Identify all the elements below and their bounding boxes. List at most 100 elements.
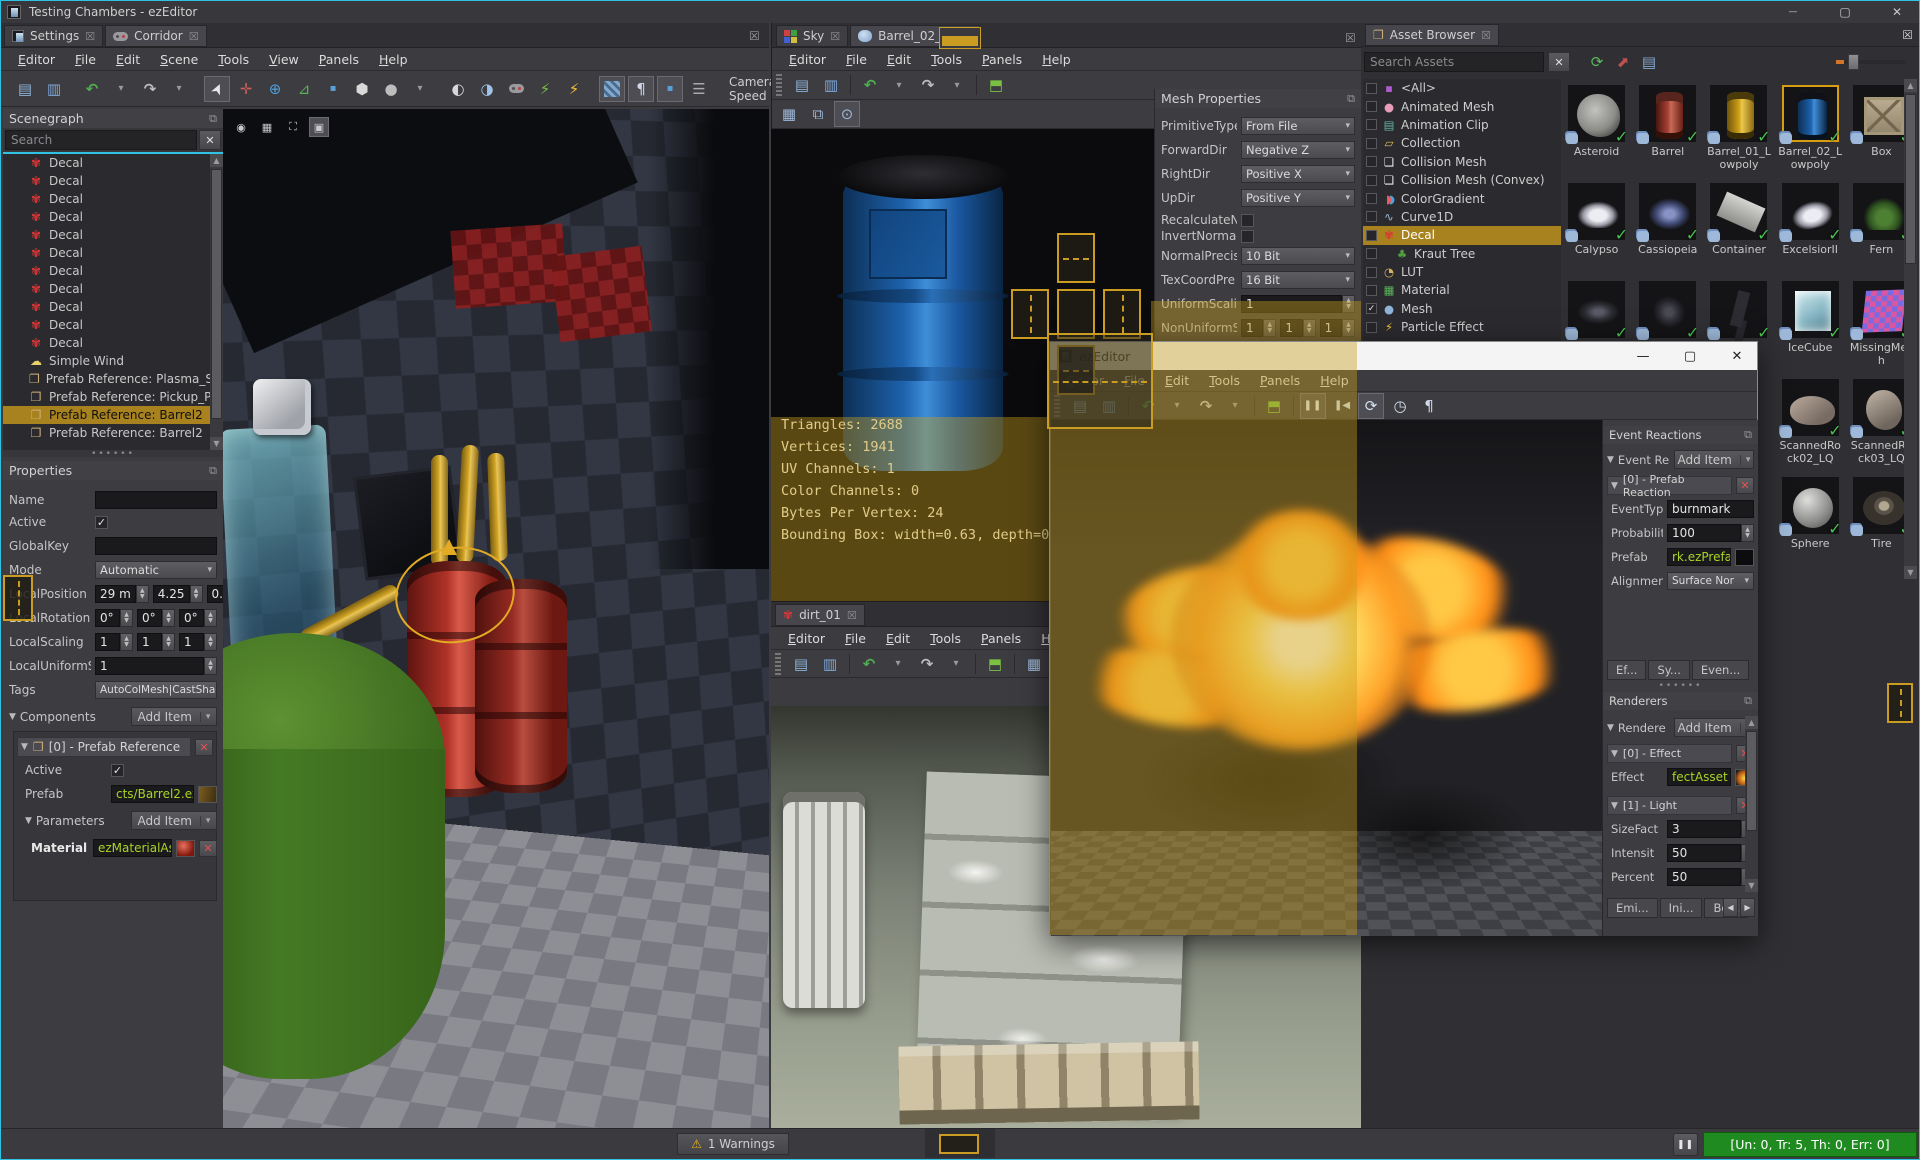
close-button[interactable] — [1875, 1, 1919, 23]
scene-viewport[interactable]: ◉ ▦ ⛶ ▣ — [223, 109, 769, 1128]
close-tab-icon[interactable] — [847, 609, 857, 622]
asset-thumbnail-cell[interactable]: ✓ Calypso — [1563, 179, 1630, 277]
menu-item[interactable]: Panels — [310, 50, 368, 69]
renderer-group-header[interactable]: [0] - Effect — [1607, 744, 1732, 763]
menu-item[interactable]: Scene — [151, 50, 207, 69]
save-all-icon[interactable] — [818, 72, 844, 98]
title-bar[interactable]: Testing Chambers - ezEditor — [1, 1, 1919, 23]
asset-type-item[interactable]: Particle Effect — [1363, 318, 1561, 336]
type-filter-checkbox[interactable] — [1366, 321, 1377, 333]
panel-tab[interactable]: Emi... — [1607, 898, 1658, 918]
primitive-type-dropdown[interactable]: From File — [1241, 117, 1355, 135]
asset-thumbnail-cell[interactable]: ✓ ExcelsiorII — [1777, 179, 1844, 277]
shape-icons-icon[interactable] — [657, 75, 683, 102]
renderers-scrollbar[interactable] — [1745, 716, 1758, 892]
up-dir-dropdown[interactable]: Positive Y — [1241, 189, 1355, 207]
forward-dir-dropdown[interactable]: Negative Z — [1241, 141, 1355, 159]
type-filter-checkbox[interactable] — [1366, 248, 1377, 260]
scaling-z-field[interactable]: 1 — [179, 633, 217, 651]
event-reactions-header[interactable]: Event Reactions — [1603, 426, 1758, 444]
scenegraph-item[interactable]: Decal — [3, 190, 223, 208]
normal-precision-dropdown[interactable]: 10 Bit — [1241, 247, 1355, 265]
asset-thumbnail-cell[interactable]: ✓ Sphere — [1777, 473, 1844, 571]
background-pause-button[interactable] — [1673, 1133, 1698, 1156]
scenegraph-item[interactable]: Decal — [3, 226, 223, 244]
panel-tab[interactable]: Even... — [1691, 660, 1750, 680]
visualizers-icon[interactable] — [1416, 393, 1442, 419]
redo-icon[interactable] — [914, 651, 940, 677]
asset-type-item[interactable]: ColorGradient — [1363, 189, 1561, 207]
dock-far-right-indicator[interactable] — [1887, 683, 1913, 723]
type-filter-checkbox[interactable] — [1366, 229, 1377, 241]
name-field[interactable] — [95, 491, 217, 509]
menu-item[interactable]: File — [66, 50, 105, 69]
link-views-icon[interactable] — [834, 101, 860, 127]
float-panel-icon[interactable] — [209, 464, 217, 478]
probability-field[interactable]: 100 — [1667, 524, 1754, 542]
scaling-x-field[interactable]: 1 — [95, 633, 133, 651]
maximize-button[interactable] — [1823, 1, 1867, 23]
dock-far-left-indicator[interactable] — [3, 575, 33, 621]
add-renderer-button[interactable]: Add Item — [1673, 718, 1754, 737]
close-button[interactable]: ✕ — [1717, 342, 1757, 370]
panel-splitter[interactable]: •••••• — [3, 449, 223, 459]
save-all-icon[interactable] — [817, 651, 843, 677]
scenegraph-header[interactable]: Scenegraph — [3, 109, 223, 128]
asset-thumbnail-cell[interactable]: ✓ Barrel_02_Lowpoly — [1777, 81, 1844, 179]
recalculate-normals-checkbox[interactable] — [1241, 213, 1254, 227]
tab-sky[interactable]: Sky — [776, 25, 849, 47]
loop-simulation-icon[interactable] — [1358, 392, 1384, 419]
close-tab-icon[interactable] — [85, 30, 95, 43]
menu-item[interactable]: Editor — [780, 50, 835, 69]
save-icon[interactable] — [788, 651, 814, 677]
asset-type-item[interactable]: Mesh — [1363, 300, 1561, 318]
collapse-icon[interactable] — [25, 816, 32, 826]
tab-asset-browser[interactable]: Asset Browser — [1365, 24, 1499, 46]
viewport-grid-icon[interactable]: ▦ — [257, 117, 277, 137]
position-x-field[interactable]: 29 m — [95, 585, 149, 603]
asset-thumbnail-cell[interactable]: ✓ Asteroid — [1563, 81, 1630, 179]
panel-tab[interactable]: Sy... — [1648, 660, 1690, 680]
save-icon[interactable] — [12, 76, 38, 102]
asset-type-item[interactable]: <All> — [1363, 79, 1561, 97]
menu-item[interactable]: Panels — [973, 50, 1031, 69]
render-thumbnail-icon[interactable] — [776, 101, 802, 127]
scenegraph-item[interactable]: Decal — [3, 334, 223, 352]
asset-search-input[interactable] — [1364, 52, 1544, 72]
prefab-asset-field[interactable]: cts/Barrel2.ezPrefab — [111, 785, 194, 803]
pane-close-icon[interactable] — [1345, 31, 1356, 45]
type-filter-checkbox[interactable] — [1366, 101, 1377, 113]
scenegraph-item[interactable]: Decal — [3, 154, 223, 172]
position-y-field[interactable]: 4.25 — [152, 585, 203, 603]
scenegraph-item[interactable]: Decal — [3, 208, 223, 226]
redo-dropdown-icon[interactable] — [944, 72, 970, 98]
asset-thumbnail-cell[interactable]: ✓ Barrel_01_Lowpoly — [1705, 81, 1772, 179]
panel-tab[interactable]: Ini... — [1659, 898, 1703, 918]
type-filter-checkbox[interactable] — [1366, 211, 1377, 223]
asset-thumbnail-cell[interactable]: ✓ ScannedRock02_LQ — [1777, 375, 1844, 473]
redo-icon[interactable] — [137, 76, 163, 102]
add-event-reaction-button[interactable]: Add Item — [1673, 450, 1754, 469]
viewport-rendermode-icon[interactable]: ▣ — [309, 117, 329, 137]
menu-item[interactable]: Editor — [9, 50, 64, 69]
thumbnail-size-slider[interactable] — [1836, 54, 1906, 70]
renderer-group-header[interactable]: [1] - Light — [1607, 796, 1732, 815]
dock-left-indicator[interactable] — [1011, 289, 1049, 339]
select-tool-icon[interactable] — [204, 75, 230, 102]
rotation-x-field[interactable]: 0° — [95, 609, 133, 627]
visualizers-icon[interactable] — [628, 75, 654, 102]
close-tab-icon[interactable] — [830, 30, 840, 43]
invert-normals-checkbox[interactable] — [1241, 229, 1254, 243]
menu-item[interactable]: File — [836, 629, 875, 648]
asset-type-item[interactable]: LUT — [1363, 263, 1561, 281]
redo-icon[interactable] — [915, 72, 941, 98]
type-filter-checkbox[interactable] — [1366, 266, 1377, 278]
reaction-prefab-field[interactable]: rk.ezPrefab — [1667, 548, 1731, 566]
menu-item[interactable]: Edit — [877, 629, 919, 648]
menu-item[interactable]: Help — [370, 50, 417, 69]
pane-close-icon[interactable] — [749, 29, 760, 43]
mode-dropdown[interactable]: Automatic — [95, 561, 217, 579]
renderers-header[interactable]: Renderers — [1603, 692, 1758, 710]
undo-icon[interactable] — [857, 72, 883, 98]
scenegraph-item[interactable]: Prefab Reference: Plasma_S... — [3, 370, 223, 388]
